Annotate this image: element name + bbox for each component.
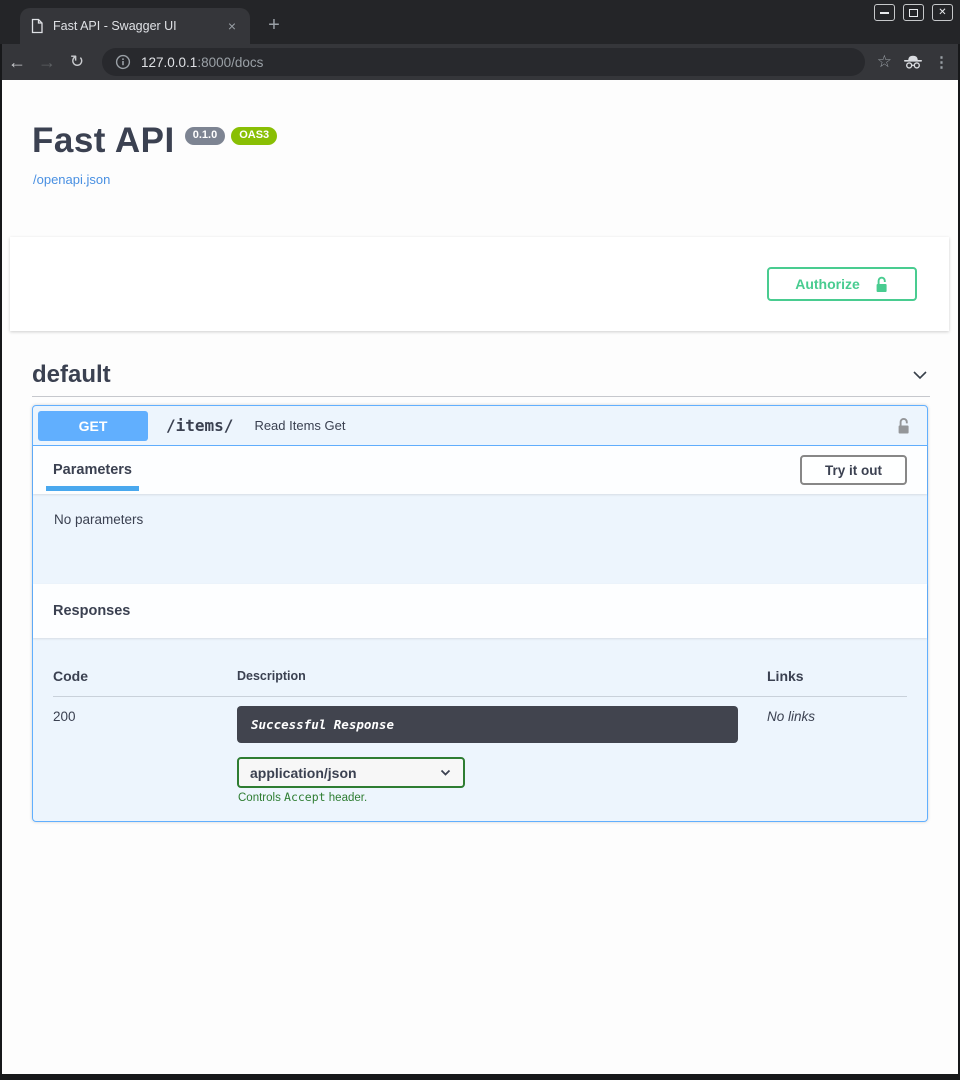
scheme-container: Authorize (10, 237, 949, 331)
tab-close-icon[interactable]: × (224, 17, 240, 35)
try-it-out-button[interactable]: Try it out (800, 455, 907, 485)
media-type-select[interactable]: application/json (237, 757, 465, 788)
authorize-button[interactable]: Authorize (767, 267, 917, 301)
auth-lock-icon[interactable] (896, 417, 911, 435)
response-code: 200 (53, 709, 76, 724)
column-header-links: Links (767, 668, 804, 684)
response-description-box: Successful Response (237, 706, 738, 743)
hint-accept-code: Accept (284, 790, 326, 804)
responses-table-divider (53, 696, 907, 697)
window-controls: ✕ (874, 4, 953, 21)
response-links: No links (767, 709, 815, 724)
authorize-label: Authorize (795, 276, 860, 292)
bookmark-star-icon[interactable]: ☆ (877, 52, 892, 72)
favicon-document-icon (30, 18, 44, 34)
select-chevron-icon (439, 766, 452, 779)
no-parameters-text: No parameters (54, 512, 143, 527)
new-tab-button[interactable]: + (260, 12, 288, 38)
browser-menu-icon[interactable]: ⋮ (934, 53, 946, 71)
responses-header: Responses (33, 584, 927, 638)
site-info-icon[interactable] (115, 54, 131, 70)
hint-prefix: Controls (238, 792, 284, 804)
browser-titlebar: Fast API - Swagger UI × + ✕ (0, 0, 960, 44)
browser-toolbar: ← → ↻ 127.0.0.1:8000/docs ☆ ⋮ (2, 44, 958, 80)
minimize-icon (880, 12, 889, 14)
operation-path: /items/ (166, 416, 233, 435)
response-description-text: Successful Response (251, 717, 394, 732)
opblock-get-items: GET /items/ Read Items Get Parameters Tr… (32, 405, 928, 822)
browser-tab[interactable]: Fast API - Swagger UI × (20, 8, 250, 44)
parameters-header: Parameters Try it out (33, 446, 927, 494)
incognito-icon (902, 54, 924, 70)
version-badge: 0.1.0 (185, 127, 225, 145)
window-minimize-button[interactable] (874, 4, 895, 21)
method-get-button: GET (38, 411, 148, 441)
oas3-badge: OAS3 (231, 127, 277, 145)
window-maximize-button[interactable] (903, 4, 924, 21)
responses-title: Responses (53, 603, 130, 619)
hint-suffix: header. (326, 792, 368, 804)
back-icon[interactable]: ← (2, 52, 32, 73)
tag-title: default (32, 361, 111, 389)
openapi-spec-link[interactable]: /openapi.json (33, 172, 110, 187)
url-path: :8000/docs (197, 55, 263, 70)
column-header-code: Code (53, 668, 88, 684)
tab-title: Fast API - Swagger UI (53, 19, 215, 33)
title-badges: 0.1.0 OAS3 (185, 127, 277, 145)
address-bar[interactable]: 127.0.0.1:8000/docs (102, 48, 865, 76)
reload-icon[interactable]: ↻ (62, 52, 92, 72)
operation-description: Read Items Get (254, 418, 345, 433)
media-type-value: application/json (250, 765, 357, 781)
column-header-description: Description (237, 669, 306, 683)
api-title-row: Fast API 0.1.0 OAS3 (32, 122, 277, 161)
unlock-icon (874, 276, 889, 293)
maximize-icon (909, 9, 918, 17)
toolbar-right: ☆ ⋮ (865, 52, 958, 72)
url-host: 127.0.0.1 (141, 55, 197, 70)
accept-header-hint: Controls Accept header. (238, 790, 367, 804)
forward-icon[interactable]: → (32, 52, 62, 73)
url-text[interactable]: 127.0.0.1:8000/docs (141, 55, 263, 70)
swagger-page: Fast API 0.1.0 OAS3 /openapi.json Author… (2, 80, 958, 1074)
tab-parameters[interactable]: Parameters (53, 462, 132, 478)
operation-summary[interactable]: GET /items/ Read Items Get (33, 406, 927, 446)
window-close-button[interactable]: ✕ (932, 4, 953, 21)
chevron-down-icon[interactable] (910, 365, 930, 385)
page-title: Fast API (32, 122, 175, 161)
tag-section-header[interactable]: default (32, 353, 930, 397)
